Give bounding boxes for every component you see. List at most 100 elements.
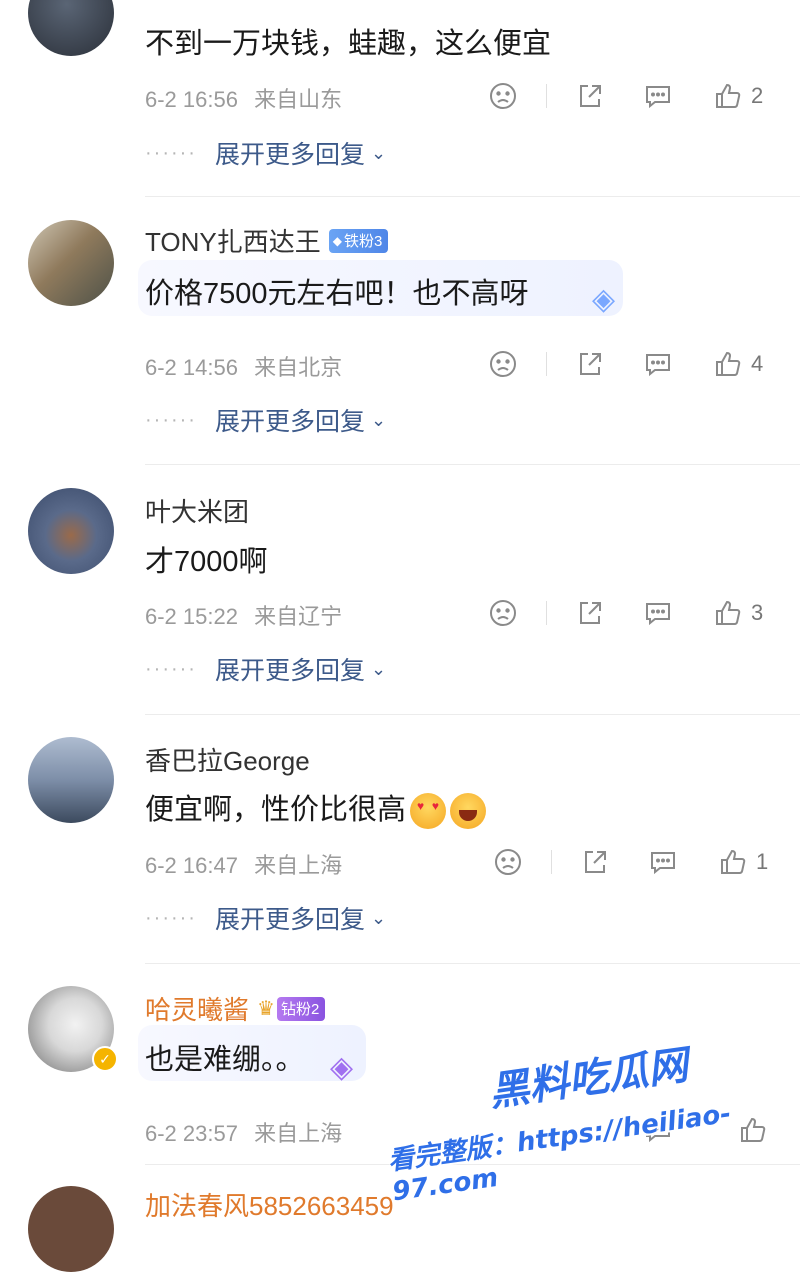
fan-badge: ◆ 铁粉3 — [328, 228, 389, 253]
expand-replies-label: 展开更多回复 — [214, 408, 365, 436]
avatar[interactable] — [28, 488, 114, 574]
comment-bubble-icon — [651, 852, 675, 875]
diamond-decoration-icon: ◈ — [330, 1051, 354, 1084]
comment-bubble-icon — [646, 603, 670, 626]
comment-bubble-icon — [646, 354, 670, 377]
comment-date: 6-2 23:57 — [145, 1121, 238, 1146]
comment-date: 6-2 16:56 — [145, 87, 238, 112]
comment-text: 不到一万块钱，蛙趣，这么便宜 — [145, 28, 552, 60]
comment-text-content: 便宜啊，性价比很高 — [145, 794, 407, 826]
fan-badge: 钻粉2 — [276, 996, 326, 1021]
dislike-face-icon — [490, 351, 516, 377]
comment-meta: 6-2 16:56 来自山东 — [145, 82, 342, 114]
divider — [145, 464, 800, 465]
like-count: 4 — [751, 351, 764, 376]
comment-author[interactable]: TONY扎西达王 ◆ 铁粉3 — [145, 222, 389, 259]
diamond-icon: ◆ — [332, 233, 342, 248]
comment-actions: 1 — [485, 844, 785, 880]
verified-badge-icon: ✓ — [92, 1046, 118, 1072]
expand-replies-label: 展开更多回复 — [214, 657, 365, 685]
share-button[interactable] — [580, 844, 610, 880]
comment-author[interactable]: 哈灵曦酱 ♛ 钻粉2 — [145, 990, 326, 1027]
comment-text: 便宜啊，性价比很高 — [145, 786, 487, 830]
comment-actions: 4 — [480, 346, 780, 382]
reply-button[interactable] — [643, 595, 673, 631]
reply-button[interactable] — [643, 346, 673, 382]
divider — [145, 196, 800, 197]
expand-replies-link[interactable]: ······ 展开更多回复 ⌄ — [145, 402, 386, 438]
author-name: TONY扎西达王 — [145, 227, 321, 257]
comment-location: 来自北京 — [254, 355, 343, 380]
crown-icon: ♛ — [257, 998, 275, 1020]
like-count: 2 — [751, 83, 764, 108]
divider — [145, 963, 800, 964]
reply-button[interactable] — [648, 844, 678, 880]
heart-eyes-emoji-icon — [410, 793, 447, 830]
comment-meta: 6-2 15:22 来自辽宁 — [145, 599, 342, 631]
like-button[interactable]: 2 — [713, 78, 763, 114]
like-count: 3 — [751, 600, 764, 625]
chevron-down-icon: ⌄ — [370, 409, 387, 430]
comment-author[interactable]: 叶大米团 — [145, 492, 249, 529]
comment-author[interactable]: 香巴拉George — [145, 741, 310, 778]
divider — [546, 352, 547, 376]
comment-meta: 6-2 14:56 来自北京 — [145, 350, 342, 382]
dislike-button[interactable] — [488, 595, 518, 631]
dislike-face-icon — [490, 83, 516, 109]
author-name: 加法春风5852663459 — [145, 1191, 394, 1221]
avatar[interactable] — [28, 0, 114, 56]
comment-meta: 6-2 23:57 来自上海 — [145, 1116, 342, 1148]
comment-text: 才7000啊 — [145, 546, 268, 578]
divider — [546, 601, 547, 625]
expand-replies-link[interactable]: ······ 展开更多回复 ⌄ — [145, 900, 386, 936]
comment-date: 6-2 15:22 — [145, 604, 238, 629]
author-name: 叶大米团 — [145, 497, 250, 527]
comment-text: 也是难绷。。 — [145, 1044, 305, 1076]
divider — [551, 850, 552, 874]
avatar[interactable] — [28, 220, 114, 306]
diamond-decoration-icon: ◈ — [592, 283, 616, 316]
thumbs-up-icon — [716, 351, 741, 376]
share-icon — [580, 353, 601, 375]
comment-text: 价格7500元左右吧！也不高呀 — [145, 278, 529, 310]
expand-replies-link[interactable]: ······ 展开更多回复 ⌄ — [145, 135, 386, 171]
expand-replies-label: 展开更多回复 — [214, 906, 365, 934]
like-button[interactable]: 4 — [713, 346, 763, 382]
chevron-down-icon: ⌄ — [370, 142, 387, 163]
like-button[interactable]: 1 — [718, 844, 768, 880]
chevron-down-icon: ⌄ — [370, 658, 387, 679]
thumbs-up-icon — [716, 83, 741, 108]
thumbs-up-icon — [716, 600, 741, 625]
share-button[interactable] — [575, 595, 605, 631]
share-icon — [580, 602, 601, 624]
dislike-face-icon — [490, 600, 516, 626]
share-button[interactable] — [575, 78, 605, 114]
thumbs-up-icon — [721, 849, 746, 874]
comment-location: 来自上海 — [254, 853, 343, 878]
divider — [546, 84, 547, 108]
reply-button[interactable] — [643, 78, 673, 114]
comment-location: 来自辽宁 — [254, 604, 343, 629]
comment-location: 来自上海 — [254, 1121, 343, 1146]
author-name: 哈灵曦酱 — [145, 995, 250, 1025]
divider — [145, 714, 800, 715]
avatar[interactable] — [28, 1186, 114, 1272]
expand-replies-label: 展开更多回复 — [214, 141, 365, 169]
dislike-button[interactable] — [488, 346, 518, 382]
avatar[interactable] — [28, 737, 114, 823]
laughing-emoji-icon — [450, 793, 487, 830]
comment-bubble-icon — [646, 86, 670, 109]
comment-date: 6-2 16:47 — [145, 853, 238, 878]
dislike-button[interactable] — [488, 78, 518, 114]
comment-actions: 2 — [480, 78, 780, 114]
like-button[interactable]: 3 — [713, 595, 763, 631]
comment-actions: 3 — [480, 595, 780, 631]
comment-date: 6-2 14:56 — [145, 355, 238, 380]
share-button[interactable] — [575, 346, 605, 382]
comment-location: 来自山东 — [254, 87, 343, 112]
author-name: 香巴拉George — [145, 746, 310, 776]
comment-author[interactable]: 加法春风5852663459 — [145, 1186, 394, 1223]
share-icon — [585, 851, 606, 873]
dislike-button[interactable] — [493, 844, 523, 880]
expand-replies-link[interactable]: ······ 展开更多回复 ⌄ — [145, 651, 386, 687]
